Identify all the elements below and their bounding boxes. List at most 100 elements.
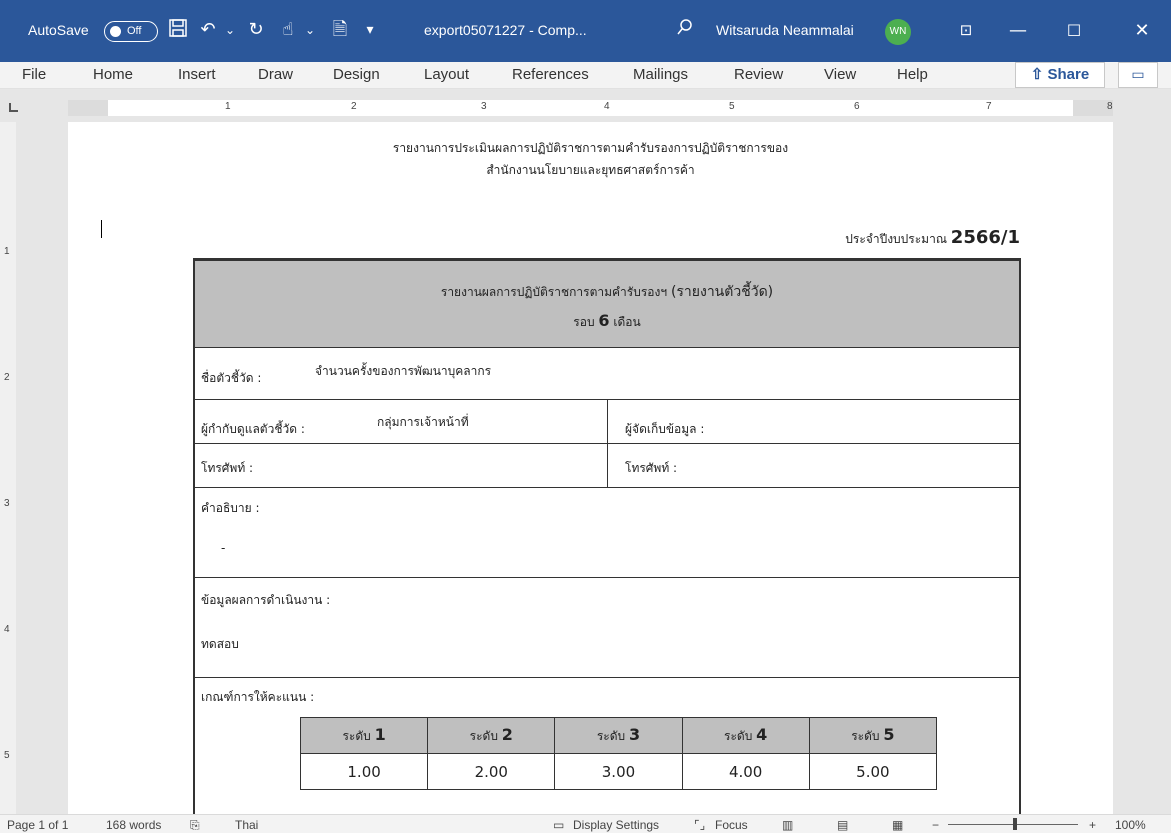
level-header: ระดับ 5 (808, 717, 938, 754)
menu-references[interactable]: References (512, 66, 589, 83)
undo-icon[interactable]: ↶ (196, 18, 220, 42)
level-number: 3 (628, 725, 641, 744)
score-cell: 3.00 (554, 753, 683, 790)
proofing-icon[interactable]: ⎘ (190, 818, 200, 833)
tab-selector-icon[interactable] (9, 103, 18, 112)
maximize-icon[interactable]: ☐ (1054, 14, 1094, 48)
score-cell: 5.00 (808, 753, 938, 790)
autosave-label: AutoSave (28, 22, 89, 38)
text-cursor (101, 220, 102, 238)
description-value: - (221, 541, 226, 555)
horizontal-ruler[interactable]: 1 2 3 4 5 6 7 8 (68, 100, 1113, 116)
level-word: ระดับ (851, 729, 880, 743)
focus-button[interactable]: Focus (715, 818, 748, 832)
level-word: ระดับ (596, 729, 626, 743)
scoring-table: ระดับ 1 ระดับ 2 ระดับ 3 ระดับ 4 ระดับ 5 … (299, 717, 938, 790)
criteria-label: เกณฑ์การให้คะแนน : (201, 690, 315, 704)
menu-design[interactable]: Design (333, 66, 380, 83)
minimize-icon[interactable]: — (998, 14, 1038, 48)
search-icon[interactable] (673, 18, 697, 42)
ruler-number: 4 (604, 101, 610, 112)
ribbon-display-options-icon[interactable]: ⊡ (954, 18, 978, 42)
redo-icon[interactable]: ↻ (244, 18, 268, 42)
toggle-knob (110, 26, 121, 37)
level-header: ระดับ 2 (427, 717, 556, 754)
row-divider (195, 677, 1019, 678)
autosave-state: Off (127, 25, 142, 37)
avatar[interactable]: WN (885, 19, 911, 45)
zoom-in-icon[interactable]: + (1089, 818, 1096, 832)
menu-insert[interactable]: Insert (178, 66, 216, 83)
menu-layout[interactable]: Layout (424, 66, 469, 83)
level-number: 4 (756, 725, 768, 744)
level-number: 2 (501, 725, 513, 744)
ruler-number: 3 (481, 101, 487, 112)
ruler-number: 7 (986, 101, 992, 112)
ruler-number: 1 (4, 246, 10, 257)
word-count[interactable]: 168 words (106, 818, 161, 832)
customize-toolbar-icon[interactable]: ▾ (358, 18, 382, 42)
ruler-number: 1 (225, 101, 231, 112)
menu-file[interactable]: File (22, 66, 46, 83)
level-header: ระดับ 1 (299, 717, 429, 754)
web-layout-icon[interactable]: ▦ (892, 818, 903, 832)
indicator-report-form: รายงานผลการปฏิบัติราชการตามคำรับรองฯ (รา… (193, 258, 1021, 814)
indicator-value: จำนวนครั้งของการพัฒนาบุคลากร (315, 364, 492, 378)
score-cell: 4.00 (681, 753, 810, 790)
share-button[interactable]: ⇧ Share (1015, 62, 1105, 88)
menu-draw[interactable]: Draw (258, 66, 293, 83)
ruler-number: 5 (4, 750, 10, 761)
display-settings-icon: ▭ (553, 818, 565, 832)
fiscal-year-label: ประจำปีงบประมาณ (845, 232, 947, 246)
supervisor-value: กลุ่มการเจ้าหน้าที่ (377, 415, 469, 429)
report-heading-line2: สำนักงานนโยบายและยุทธศาสตร์การค้า (486, 163, 695, 177)
display-settings-button[interactable]: Display Settings (573, 818, 659, 832)
touch-mode-icon[interactable]: ☝ (276, 18, 300, 42)
document-page[interactable]: รายงานการประเมินผลการปฏิบัติราชการตามคำร… (68, 122, 1113, 814)
ruler-left-margin (68, 100, 108, 116)
user-name[interactable]: Witsaruda Neammalai (716, 22, 854, 38)
row-divider (195, 577, 1019, 578)
menu-view[interactable]: View (824, 66, 856, 83)
menu-help[interactable]: Help (897, 66, 928, 83)
level-word: ระดับ (469, 729, 498, 743)
print-preview-icon[interactable]: 🗎 (328, 18, 352, 42)
autosave-toggle[interactable]: Off (104, 21, 158, 42)
save-icon[interactable] (166, 18, 190, 42)
level-word: ระดับ (342, 729, 371, 743)
close-icon[interactable]: ✕ (1122, 14, 1162, 48)
vertical-ruler[interactable]: 1 2 3 4 5 (0, 122, 16, 814)
ruler-number: 2 (4, 372, 10, 383)
menu-review[interactable]: Review (734, 66, 783, 83)
supervisor-label: ผู้กำกับดูแลตัวชี้วัด : (201, 422, 305, 436)
menu-bar: File Home Insert Draw Design Layout Refe… (0, 62, 1171, 89)
round-unit: เดือน (613, 315, 641, 329)
fiscal-year-line: ประจำปีงบประมาณ 2566/1 (845, 227, 1020, 249)
zoom-level[interactable]: 100% (1115, 818, 1146, 832)
read-mode-icon[interactable]: ▥ (782, 818, 793, 832)
page-count[interactable]: Page 1 of 1 (7, 818, 68, 832)
focus-icon: ⌜⌟ (694, 818, 706, 832)
level-number: 5 (883, 725, 895, 744)
row-divider (195, 487, 1019, 488)
undo-dropdown-icon[interactable]: ⌄ (218, 18, 242, 42)
status-bar: Page 1 of 1 168 words ⎘ Thai ▭ Display S… (0, 814, 1171, 833)
language[interactable]: Thai (235, 818, 258, 832)
document-filename: export05071227 - Comp... (424, 22, 587, 38)
level-header: ระดับ 4 (681, 717, 810, 754)
scoring-value-row: 1.00 2.00 3.00 4.00 5.00 (299, 753, 938, 790)
touch-dropdown-icon[interactable]: ⌄ (298, 18, 322, 42)
form-header-title: รายงานผลการปฏิบัติราชการตามคำรับรองฯ (440, 285, 668, 299)
fiscal-year-value: 2566/1 (950, 227, 1020, 248)
menu-mailings[interactable]: Mailings (633, 66, 688, 83)
score-cell: 2.00 (427, 753, 556, 790)
print-layout-icon[interactable]: ▤ (837, 818, 848, 832)
ruler-number: 2 (351, 101, 357, 112)
level-word: ระดับ (724, 729, 753, 743)
zoom-out-icon[interactable]: − (932, 818, 939, 832)
menu-home[interactable]: Home (93, 66, 133, 83)
comments-button[interactable]: ▭ (1118, 62, 1158, 88)
performance-label: ข้อมูลผลการดำเนินงาน : (201, 593, 331, 607)
form-round-line: รอบ 6 เดือน (195, 311, 1019, 332)
zoom-slider-thumb[interactable] (1013, 818, 1017, 830)
